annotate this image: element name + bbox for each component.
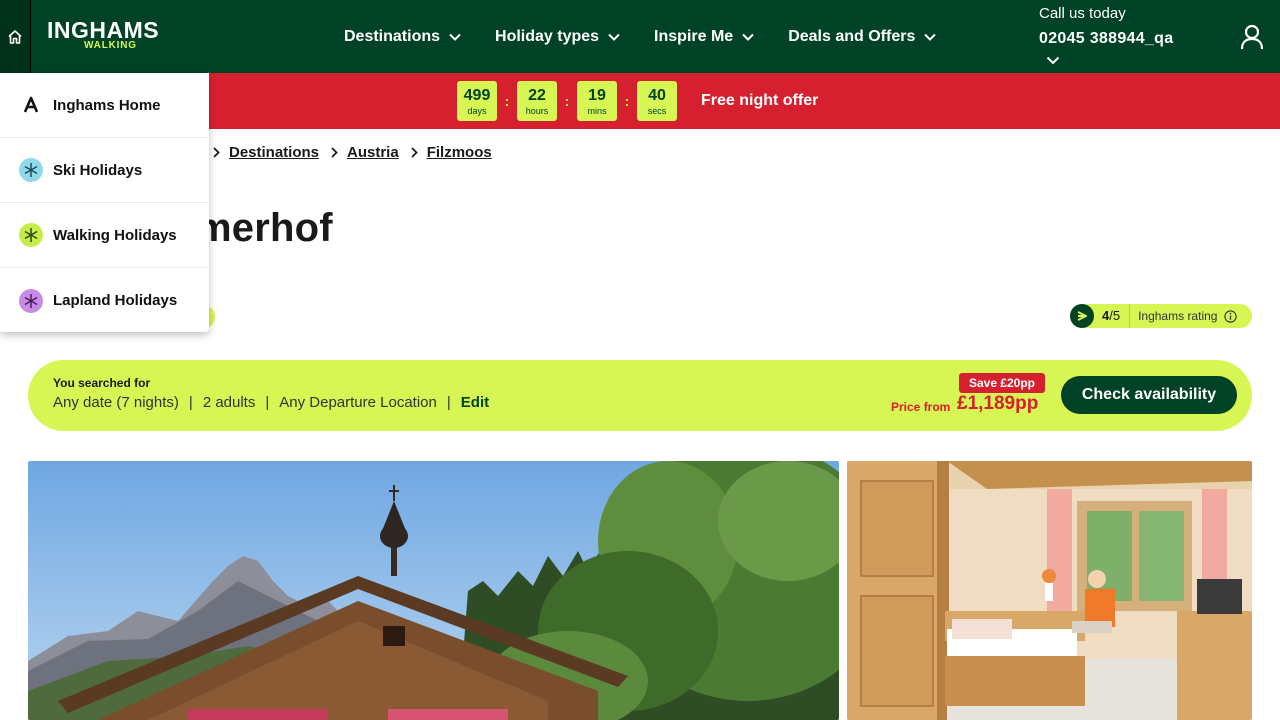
countdown-separator: : [504, 93, 510, 109]
chevron-right-icon [411, 147, 418, 158]
inghams-rating[interactable]: 4/5 Inghams rating [1070, 304, 1252, 328]
separator: | [188, 394, 193, 411]
search-label: You searched for [53, 376, 151, 390]
nav-destinations[interactable]: Destinations [344, 24, 461, 50]
menu-item-label: Ski Holidays [53, 161, 143, 179]
breadcrumb-item: Austria [331, 144, 399, 161]
price-value: £1,189pp [957, 393, 1039, 414]
home-icon [8, 29, 22, 44]
inghams-walking-logo[interactable]: INGHAMS WALKING [47, 18, 177, 58]
price-from-label: Price from [891, 400, 951, 414]
menu-item-label: Walking Holidays [53, 226, 177, 244]
call-label: Call us today [1039, 5, 1126, 22]
search-departure: Any Departure Location [279, 394, 437, 411]
snowflake-icon [19, 158, 43, 182]
home-menu-button[interactable] [0, 0, 31, 73]
countdown-separator: : [624, 93, 630, 109]
menu-item-walking-holidays[interactable]: Walking Holidays [0, 203, 209, 268]
search-summary: You searched for Any date (7 nights) | 2… [28, 360, 1252, 431]
nav-label: Destinations [344, 28, 441, 45]
breadcrumb-link-destinations[interactable]: Destinations [229, 144, 319, 161]
countdown-unit: hours [525, 106, 549, 116]
nav-holiday-types[interactable]: Holiday types [495, 24, 620, 50]
menu-item-inghams-home[interactable]: Inghams Home [0, 73, 209, 138]
chevron-right-icon [213, 147, 220, 158]
countdown-mins: 19 mins [577, 81, 617, 121]
countdown-unit: mins [587, 106, 607, 116]
search-details: Any date (7 nights) | 2 adults | Any Dep… [53, 394, 489, 411]
chevron-down-icon [449, 33, 461, 41]
brand-switcher-menu: Inghams Home Ski Holidays Walking Holida… [0, 73, 209, 332]
breadcrumb: Destinations Austria Filzmoos [213, 144, 504, 161]
breadcrumb-item: Filzmoos [411, 144, 492, 161]
menu-item-ski-holidays[interactable]: Ski Holidays [0, 138, 209, 203]
countdown-value: 22 [528, 87, 546, 104]
save-badge: Save £20pp [959, 373, 1045, 393]
edit-search-link[interactable]: Edit [461, 394, 489, 411]
chevron-down-icon [742, 33, 754, 41]
search-guests: 2 adults [202, 394, 256, 411]
countdown-secs: 40 secs [637, 81, 677, 121]
countdown-timer: 499 days : 22 hours : 19 mins : 40 secs [457, 81, 677, 121]
countdown-unit: days [467, 106, 487, 116]
call-number[interactable]: 02045 388944_qa [1039, 30, 1173, 48]
nav-label: Inspire Me [654, 28, 734, 45]
countdown-value: 40 [648, 87, 666, 104]
menu-item-label: Lapland Holidays [53, 292, 178, 309]
call-us[interactable]: Call us today 02045 388944_qa [1039, 4, 1173, 65]
search-date: Any date (7 nights) [53, 394, 179, 411]
rating-score: 4/5 [1102, 304, 1131, 328]
chevron-down-icon [924, 33, 937, 41]
countdown-hours: 22 hours [517, 81, 557, 121]
check-availability-button[interactable]: Check availability [1061, 376, 1237, 414]
title-visible-part: merhof [196, 206, 333, 250]
breadcrumb-link-filzmoos[interactable]: Filzmoos [427, 144, 492, 161]
countdown-separator: : [564, 93, 570, 109]
page: INGHAMS WALKING Destinations Holiday typ… [0, 0, 1280, 720]
countdown-value: 499 [463, 87, 491, 104]
user-icon [1240, 24, 1264, 50]
separator: | [446, 394, 451, 411]
account-button[interactable] [1240, 24, 1264, 55]
main-nav: Destinations Holiday types Inspire Me De… [344, 24, 970, 50]
nav-deals-offers[interactable]: Deals and Offers [788, 24, 937, 50]
breadcrumb-item: Destinations [213, 144, 319, 161]
inghams-arrow-icon [1070, 304, 1094, 328]
countdown-unit: secs [647, 106, 667, 116]
menu-item-label: Inghams Home [53, 96, 161, 114]
lapland-icon [19, 288, 43, 313]
chevron-right-icon [331, 147, 338, 158]
separator: | [265, 394, 270, 411]
walking-icon [19, 223, 43, 247]
nav-inspire-me[interactable]: Inspire Me [654, 24, 754, 50]
site-header: INGHAMS WALKING Destinations Holiday typ… [0, 0, 1280, 73]
offer-text[interactable]: Free night offer [701, 92, 818, 110]
nav-label: Holiday types [495, 28, 600, 45]
inghams-logo-icon [19, 93, 43, 117]
hotel-room-photo[interactable] [847, 461, 1252, 720]
chevron-down-icon [608, 33, 620, 41]
info-icon[interactable] [1224, 309, 1238, 323]
rating-label: Inghams rating [1138, 309, 1218, 323]
breadcrumb-link-austria[interactable]: Austria [347, 144, 399, 161]
countdown-value: 19 [588, 87, 606, 104]
countdown-days: 499 days [457, 81, 497, 121]
logo-subtitle: WALKING [84, 40, 137, 51]
chevron-down-icon[interactable] [1046, 56, 1060, 65]
logo-wordmark: INGHAMS [47, 17, 160, 43]
menu-item-lapland-holidays[interactable]: Lapland Holidays [0, 268, 209, 333]
rating-scale: /5 [1109, 308, 1121, 323]
hotel-main-photo[interactable] [28, 461, 839, 720]
nav-label: Deals and Offers [788, 28, 916, 45]
